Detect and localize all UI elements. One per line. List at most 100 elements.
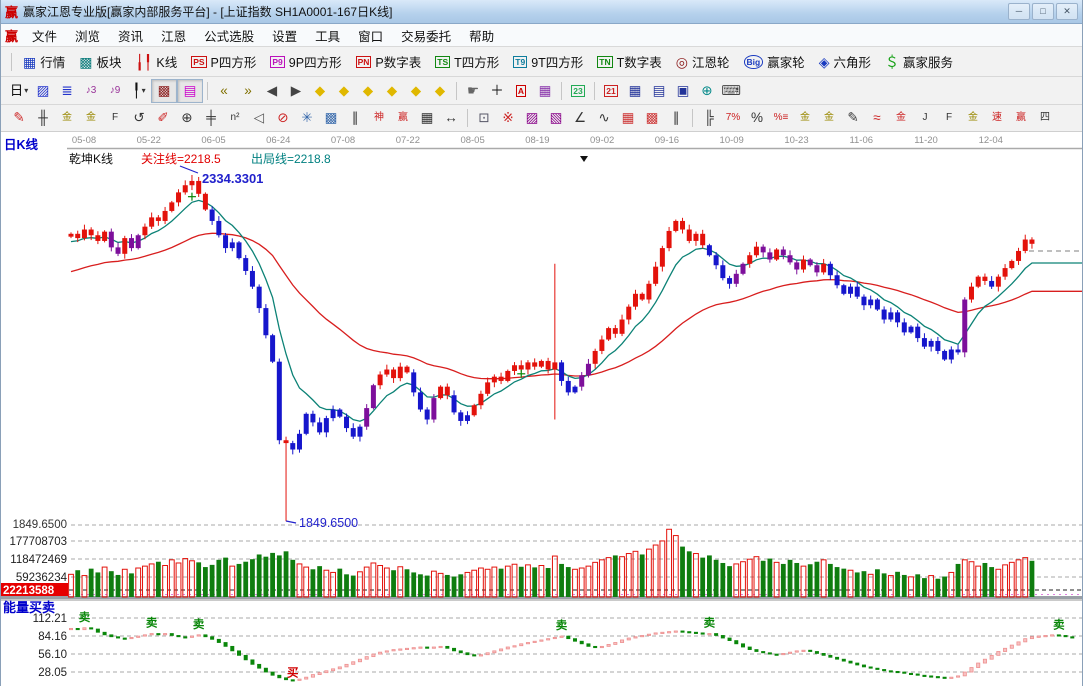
save-icon[interactable]: ▣ bbox=[671, 80, 695, 102]
titlebar[interactable]: 赢 赢家江恩专业版[赢家内部服务平台] - [上证指数 SH1A0001-167… bbox=[1, 0, 1082, 24]
hand-tool-icon[interactable]: ☛ bbox=[461, 80, 485, 102]
gann-diamond-star3-icon[interactable]: ◆ bbox=[428, 80, 452, 102]
circle-marks-icon[interactable]: ⊕ bbox=[175, 107, 199, 129]
toolbar-button-hexagon[interactable]: ◈六角形 bbox=[812, 50, 878, 74]
shen-tool-icon[interactable]: 神 bbox=[367, 107, 391, 129]
notepad-icon[interactable]: ▤ bbox=[647, 80, 671, 102]
gold-gate-2-icon[interactable]: 金 bbox=[79, 107, 103, 129]
print-transfer-icon[interactable]: ⌨ bbox=[719, 80, 743, 102]
brain-23-icon[interactable]: 23 bbox=[566, 80, 590, 102]
scale-bars-icon[interactable]: ╠ bbox=[697, 107, 721, 129]
gann-diamond-right-icon[interactable]: ◆ bbox=[332, 80, 356, 102]
minimize-button[interactable]: ─ bbox=[1008, 3, 1030, 20]
chart-area[interactable]: 05-0805-2206-0506-2407-0807-2208-0508-19… bbox=[1, 132, 1083, 686]
period-day-dropdown-icon[interactable]: 日▾ bbox=[7, 80, 31, 102]
info-panel-icon[interactable]: ≣ bbox=[55, 80, 79, 102]
menu-item-9[interactable]: 帮助 bbox=[460, 24, 503, 47]
grid-web-icon[interactable]: ▩ bbox=[319, 107, 343, 129]
wave-tool-icon[interactable]: ≈ bbox=[865, 107, 889, 129]
toolbar-button-9t-square[interactable]: T99T四方形 bbox=[506, 50, 590, 74]
percent-lines-icon[interactable]: %≡ bbox=[769, 107, 793, 129]
toolbar-button-p-number-table[interactable]: PNP数字表 bbox=[349, 50, 429, 74]
grid-123-icon[interactable]: ▦ bbox=[415, 107, 439, 129]
hatch-2-icon[interactable]: ▧ bbox=[544, 107, 568, 129]
pen-ruler-icon[interactable]: ✐ bbox=[151, 107, 175, 129]
close-button[interactable]: ✕ bbox=[1056, 3, 1078, 20]
candle-type-dropdown-icon[interactable]: ╿▾ bbox=[127, 80, 151, 102]
toolbar-button-t-number-table[interactable]: TNT数字表 bbox=[590, 50, 668, 74]
pattern-view-icon[interactable]: ▨ bbox=[31, 80, 55, 102]
spiral-icon[interactable]: ↺ bbox=[127, 107, 151, 129]
menu-item-2[interactable]: 资讯 bbox=[109, 24, 152, 47]
wave-3-icon[interactable]: ♪3 bbox=[79, 80, 103, 102]
menu-item-5[interactable]: 设置 bbox=[263, 24, 306, 47]
j-angle-icon[interactable]: J bbox=[913, 107, 937, 129]
parallel-lines-icon[interactable]: ∥ bbox=[664, 107, 688, 129]
toolbar-button-gann-wheel[interactable]: ◎江恩轮 bbox=[669, 50, 737, 74]
web-update-icon[interactable]: ⊕ bbox=[695, 80, 719, 102]
grid-red-1-icon[interactable]: ▦ bbox=[616, 107, 640, 129]
ruler-2-icon[interactable]: ╪ bbox=[199, 107, 223, 129]
box-select-icon[interactable]: ⊡ bbox=[472, 107, 496, 129]
gann-diamond-star2-icon[interactable]: ◆ bbox=[404, 80, 428, 102]
menu-item-6[interactable]: 工具 bbox=[306, 24, 349, 47]
f-angle-icon[interactable]: F bbox=[937, 107, 961, 129]
gann-diamond-star1-icon[interactable]: ◆ bbox=[380, 80, 404, 102]
menu-item-3[interactable]: 江恩 bbox=[152, 24, 195, 47]
crosshair-tool-icon[interactable]: ＋ bbox=[485, 80, 509, 102]
zoom-area-icon[interactable]: A bbox=[509, 80, 533, 102]
first-page-icon[interactable]: « bbox=[212, 80, 236, 102]
menu-item-8[interactable]: 交易委托 bbox=[392, 24, 460, 47]
purple-grid-icon[interactable]: ▦ bbox=[533, 80, 557, 102]
gold-angle-icon[interactable]: 金 bbox=[961, 107, 985, 129]
toolbar-button-9p-square[interactable]: P99P四方形 bbox=[263, 50, 348, 74]
ying-angle-icon[interactable]: 赢 bbox=[1009, 107, 1033, 129]
percent-7-icon[interactable]: 7% bbox=[721, 107, 745, 129]
width-arrows-icon[interactable]: ↔ bbox=[439, 107, 463, 129]
calendar-21-icon[interactable]: 21 bbox=[599, 80, 623, 102]
hatch-1-icon[interactable]: ▨ bbox=[520, 107, 544, 129]
angle-line-icon[interactable]: ∠ bbox=[568, 107, 592, 129]
last-page-icon[interactable]: » bbox=[236, 80, 260, 102]
maximize-button[interactable]: □ bbox=[1032, 3, 1054, 20]
toolbar-button-quotes[interactable]: ▦行情 bbox=[16, 50, 72, 74]
toolbar-button-t-square[interactable]: TST四方形 bbox=[428, 50, 506, 74]
grid-red-2-icon[interactable]: ▩ bbox=[640, 107, 664, 129]
si-angle-icon[interactable]: 四 bbox=[1033, 107, 1057, 129]
wave-9-icon[interactable]: ♪9 bbox=[103, 80, 127, 102]
prev-bar-icon[interactable]: ◀ bbox=[260, 80, 284, 102]
k-marks-icon[interactable]: ∥ bbox=[343, 107, 367, 129]
pen-red-icon[interactable]: ✎ bbox=[7, 107, 31, 129]
percent-icon[interactable]: % bbox=[745, 107, 769, 129]
star-web-icon[interactable]: ✳ bbox=[295, 107, 319, 129]
toolbar-button-sectors[interactable]: ▩板块 bbox=[72, 50, 128, 74]
gold-lines-icon[interactable]: 金 bbox=[817, 107, 841, 129]
menu-item-1[interactable]: 浏览 bbox=[66, 24, 109, 47]
qiankun-kline-icon[interactable]: ▩ bbox=[151, 79, 177, 103]
calculator-icon[interactable]: ▦ bbox=[623, 80, 647, 102]
gold-red-icon[interactable]: 金 bbox=[889, 107, 913, 129]
angle-mirror-icon[interactable]: ◁ bbox=[247, 107, 271, 129]
ruler-marks-icon[interactable]: ╫ bbox=[31, 107, 55, 129]
gold-gate-1-icon[interactable]: 金 bbox=[55, 107, 79, 129]
toolbar-button-kline[interactable]: ╽╿K线 bbox=[129, 50, 185, 74]
volume-profile-icon[interactable]: ▤ bbox=[177, 79, 203, 103]
su-angle-icon[interactable]: 速 bbox=[985, 107, 1009, 129]
next-bar-icon[interactable]: ▶ bbox=[284, 80, 308, 102]
n-squared-icon[interactable]: n² bbox=[223, 107, 247, 129]
menu-item-7[interactable]: 窗口 bbox=[349, 24, 392, 47]
compass-target-icon[interactable]: ⊘ bbox=[271, 107, 295, 129]
menu-item-4[interactable]: 公式选股 bbox=[195, 24, 263, 47]
chart-canvas[interactable]: 05-0805-2206-0506-2407-0807-2208-0508-19… bbox=[1, 132, 1083, 686]
f-ruler-icon[interactable]: F bbox=[103, 107, 127, 129]
toolbar-button-p-square[interactable]: PSP四方形 bbox=[184, 50, 263, 74]
gann-diamond-both-icon[interactable]: ◆ bbox=[356, 80, 380, 102]
zigzag-icon[interactable]: ∿ bbox=[592, 107, 616, 129]
rays-icon[interactable]: ※ bbox=[496, 107, 520, 129]
toolbar-button-winner-service[interactable]: ＄赢家服务 bbox=[878, 50, 960, 74]
pen-small-icon[interactable]: ✎ bbox=[841, 107, 865, 129]
gold-circle-icon[interactable]: 金 bbox=[793, 107, 817, 129]
menu-item-0[interactable]: 文件 bbox=[23, 24, 66, 47]
toolbar-button-winner-wheel[interactable]: Big赢家轮 bbox=[737, 50, 812, 74]
ying-tool-icon[interactable]: 赢 bbox=[391, 107, 415, 129]
